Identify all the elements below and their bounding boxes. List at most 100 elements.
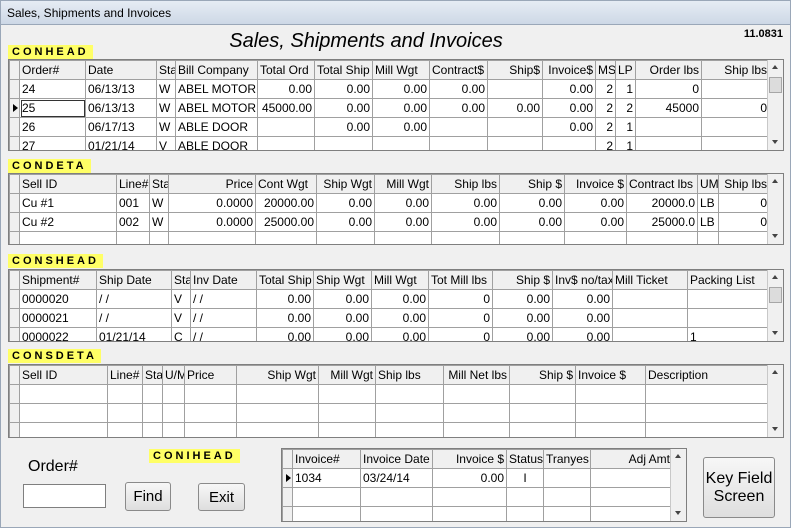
row-indicator[interactable]	[9, 231, 20, 244]
cell-invoice-date[interactable]: 03/24/14	[360, 468, 433, 488]
cell-empty[interactable]	[375, 422, 444, 437]
row-indicator[interactable]	[9, 327, 20, 341]
conhead-scrollbar[interactable]	[767, 60, 783, 150]
cell-empty[interactable]	[509, 422, 576, 437]
cell-empty[interactable]	[107, 384, 143, 404]
col-ship-amount[interactable]: Ship$	[487, 60, 543, 80]
cell-status[interactable]: V	[171, 308, 191, 328]
scroll-up-icon[interactable]	[671, 449, 686, 465]
cell-bill-company[interactable]: ABEL MOTOR	[175, 98, 258, 118]
cell-line[interactable]: 002	[116, 212, 150, 232]
cell-empty[interactable]	[318, 384, 376, 404]
cell-empty[interactable]	[443, 422, 510, 437]
col-tranyes[interactable]: Tranyes	[543, 449, 591, 469]
col-um[interactable]: UM	[697, 174, 719, 194]
cell-status[interactable]: W	[156, 117, 176, 137]
scroll-thumb[interactable]	[769, 77, 782, 93]
cell-inv-no-tax[interactable]: 0.00	[552, 327, 613, 341]
cell-bill-company[interactable]: ABLE DOOR	[175, 117, 258, 137]
cell-invoice[interactable]: 1034	[292, 468, 361, 488]
cell-tot-mill-lbs[interactable]: 0	[428, 308, 493, 328]
col-invoice-amount[interactable]: Invoice $	[432, 449, 507, 469]
cell-empty[interactable]	[626, 231, 698, 244]
cell-total-ord[interactable]: 45000.00	[257, 98, 315, 118]
col-invoice[interactable]: Invoice#	[292, 449, 361, 469]
cell-empty[interactable]	[360, 506, 433, 521]
cell-order-lbs[interactable]: 0	[635, 79, 702, 99]
conihead-scrollbar[interactable]	[670, 449, 686, 521]
cell-ship-lbs[interactable]: 0	[701, 98, 770, 118]
cell-shipment[interactable]: 0000020	[19, 289, 97, 309]
scroll-up-icon[interactable]	[768, 270, 783, 286]
cell-empty[interactable]	[564, 231, 627, 244]
col-contract[interactable]: Contract$	[429, 60, 488, 80]
scroll-down-icon[interactable]	[768, 325, 783, 341]
cell-empty[interactable]	[506, 487, 544, 507]
col-status[interactable]: Sta	[171, 270, 191, 290]
cell-mill-wgt[interactable]: 0.00	[372, 98, 430, 118]
cell-empty[interactable]	[116, 231, 150, 244]
col-bill-company[interactable]: Bill Company	[175, 60, 258, 80]
cell-order-lbs[interactable]	[635, 117, 702, 137]
cell-ship-lbs[interactable]: 0.00	[431, 193, 500, 213]
col-total-ord[interactable]: Total Ord	[257, 60, 315, 80]
cell-ship-lbs[interactable]	[701, 79, 770, 99]
cell-invoice-amount[interactable]: 0.00	[542, 79, 596, 99]
cell-ship-wgt[interactable]: 0.00	[313, 327, 372, 341]
cell-empty[interactable]	[431, 231, 500, 244]
cell-empty[interactable]	[19, 422, 108, 437]
cell-empty[interactable]	[360, 487, 433, 507]
cell-ship-lbs-2[interactable]: 0	[718, 212, 770, 232]
cell-status[interactable]: V	[171, 289, 191, 309]
cell-date[interactable]: 06/13/13	[85, 98, 157, 118]
cell-lp[interactable]: 1	[615, 117, 636, 137]
cell-ship-wgt[interactable]: 0.00	[316, 193, 375, 213]
cell-contract[interactable]: 0.00	[429, 98, 488, 118]
cell-invoice-amount[interactable]: 0.00	[542, 98, 596, 118]
table-row[interactable]: 27 01/21/14 V ABLE DOOR 2 1	[9, 136, 770, 150]
col-ship-amount[interactable]: Ship $	[509, 365, 576, 385]
cell-date[interactable]: 06/13/13	[85, 79, 157, 99]
table-row[interactable]: 0000022 01/21/14 C / / 0.00 0.00 0.00 0 …	[9, 327, 770, 341]
cell-invoice-amount[interactable]: 0.00	[432, 468, 507, 488]
cell-ship-amount[interactable]: 0.00	[499, 212, 565, 232]
row-indicator[interactable]	[9, 289, 20, 309]
cell-sell-id[interactable]: Cu #1	[19, 193, 117, 213]
cell-empty[interactable]	[575, 422, 646, 437]
cell-order-lbs[interactable]	[635, 136, 702, 150]
col-price[interactable]: Price	[168, 174, 256, 194]
cell-total-ord[interactable]	[257, 136, 315, 150]
table-row-empty[interactable]	[9, 422, 770, 437]
cell-shipment[interactable]: 0000022	[19, 327, 97, 341]
cell-line[interactable]: 001	[116, 193, 150, 213]
col-ship-wgt[interactable]: Ship Wgt	[313, 270, 372, 290]
cell-mill-ticket[interactable]	[612, 289, 688, 309]
cell-empty[interactable]	[149, 231, 169, 244]
cell-status[interactable]: C	[171, 327, 191, 341]
cell-empty[interactable]	[432, 506, 507, 521]
consdeta-scrollbar[interactable]	[767, 365, 783, 437]
cell-inv-no-tax[interactable]: 0.00	[552, 289, 613, 309]
cell-um[interactable]: LB	[697, 212, 719, 232]
cell-packing-list[interactable]	[687, 289, 770, 309]
table-row[interactable]: 26 06/17/13 W ABLE DOOR 0.00 0.00 0.00 2…	[9, 117, 770, 137]
col-status[interactable]: Status	[506, 449, 544, 469]
cell-empty[interactable]	[142, 422, 163, 437]
cell-inv-date[interactable]: / /	[190, 327, 257, 341]
cell-shipment[interactable]: 0000021	[19, 308, 97, 328]
col-total-ship[interactable]: Total Ship	[256, 270, 314, 290]
scroll-down-icon[interactable]	[768, 421, 783, 437]
cell-contract[interactable]	[429, 136, 488, 150]
col-status[interactable]: Sta	[142, 365, 163, 385]
cell-empty[interactable]	[318, 422, 376, 437]
cell-empty[interactable]	[697, 231, 719, 244]
conhead-grid[interactable]: Order# Date Sta Bill Company Total Ord T…	[8, 59, 784, 151]
col-ship-lbs[interactable]: Ship lbs	[431, 174, 500, 194]
cell-ship-amount[interactable]	[487, 117, 543, 137]
cell-ship-amount[interactable]: 0.00	[492, 289, 553, 309]
col-ms[interactable]: MS	[595, 60, 616, 80]
cell-mill-wgt[interactable]: 0.00	[371, 289, 429, 309]
col-ship-lbs[interactable]: Ship lbs	[375, 365, 444, 385]
col-ship-lbs[interactable]: Ship lbs	[701, 60, 770, 80]
cell-total-ship[interactable]	[314, 136, 373, 150]
